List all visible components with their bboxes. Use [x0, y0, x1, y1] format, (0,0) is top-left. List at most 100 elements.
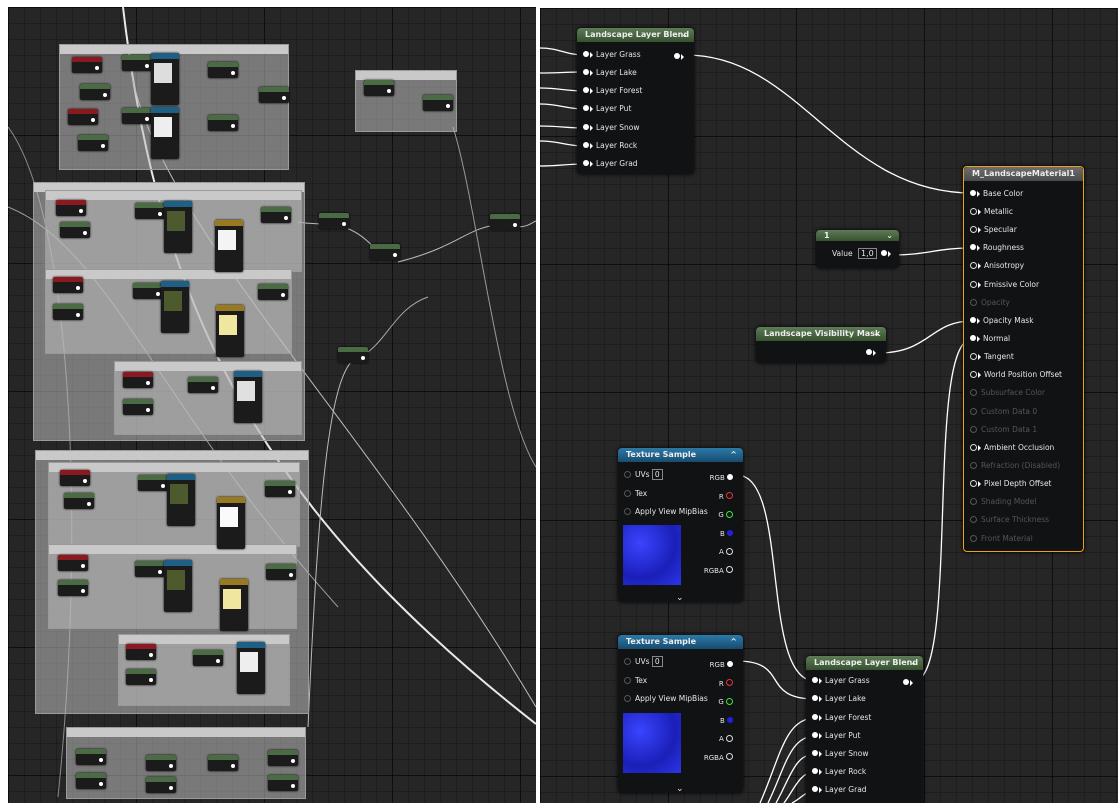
texture-sample-mini[interactable]	[164, 201, 192, 253]
mini-node[interactable]	[60, 470, 90, 486]
mini-node[interactable]	[261, 207, 291, 223]
output-g[interactable]: G	[704, 693, 737, 712]
mini-node[interactable]	[208, 115, 238, 131]
layer-input-pin[interactable]: Layer Forest	[583, 85, 642, 97]
mini-node[interactable]	[138, 475, 168, 491]
output-a[interactable]: A	[704, 543, 737, 562]
material-input-base-color[interactable]: Base Color	[970, 188, 1023, 200]
output-rgb[interactable]: RGB	[704, 469, 737, 488]
material-input-roughness[interactable]: Roughness	[970, 242, 1024, 254]
material-input-normal[interactable]: Normal	[970, 333, 1010, 345]
chevron-down-icon[interactable]: ⌄	[676, 784, 684, 794]
material-input-tangent[interactable]: Tangent	[970, 351, 1014, 363]
mini-node[interactable]	[123, 372, 153, 388]
layer-input-pin[interactable]: Layer Lake	[583, 67, 637, 79]
mini-node[interactable]	[53, 304, 83, 320]
mini-node[interactable]	[53, 277, 83, 293]
mini-node[interactable]	[266, 564, 296, 580]
texture-sample-node-2[interactable]: Texture Sample ^ UVs 0 Tex Apply View Mip…	[618, 635, 743, 794]
output-b[interactable]: B	[704, 525, 737, 544]
chevron-down-icon[interactable]: ⌄	[873, 327, 880, 341]
mipbias-input[interactable]: Apply View MipBias	[624, 506, 708, 518]
mini-node[interactable]	[126, 669, 156, 685]
node-header[interactable]: Landscape Layer Blend ⌄	[806, 656, 923, 670]
mini-node[interactable]	[76, 773, 106, 789]
material-input-pixel-depth-offset[interactable]: Pixel Depth Offset	[970, 478, 1052, 490]
uvs-input[interactable]: UVs 0	[624, 469, 663, 481]
mini-node[interactable]	[268, 775, 298, 791]
mini-node[interactable]	[56, 200, 86, 216]
tex-input[interactable]: Tex	[624, 675, 647, 687]
mini-node[interactable]	[68, 109, 98, 125]
mini-node[interactable]	[268, 750, 298, 766]
chevron-down-icon[interactable]: ⌄	[910, 656, 917, 670]
texture-sample-node-1[interactable]: Texture Sample ^ UVs 0 Tex Apply View Mip…	[618, 448, 743, 603]
mini-node[interactable]	[338, 347, 368, 363]
constant-node[interactable]: 1 ⌄ Value 1,0	[816, 230, 899, 268]
mini-node[interactable]	[135, 561, 165, 577]
mini-node[interactable]	[58, 580, 88, 596]
texture-sample-mini[interactable]	[217, 497, 245, 549]
output-b[interactable]: B	[704, 712, 737, 731]
uvs-value[interactable]: 0	[651, 469, 663, 480]
mini-node[interactable]	[146, 777, 176, 793]
mini-node[interactable]	[80, 84, 110, 100]
texture-sample-mini[interactable]	[161, 281, 189, 333]
material-input-specular[interactable]: Specular	[970, 224, 1017, 236]
mini-node[interactable]	[423, 95, 453, 111]
material-input-world-position-offset[interactable]: World Position Offset	[970, 369, 1062, 381]
chevron-up-icon[interactable]: ^	[730, 635, 737, 649]
node-header[interactable]: Landscape Layer Blend ⌄	[577, 28, 694, 42]
mini-node[interactable]	[490, 214, 520, 230]
uvs-value[interactable]: 0	[651, 656, 663, 667]
texture-sample-mini[interactable]	[215, 220, 243, 272]
layer-input-pin[interactable]: Layer Snow	[583, 122, 640, 134]
mini-node[interactable]	[188, 377, 218, 393]
layer-input-pin[interactable]: Layer Snow	[812, 748, 869, 760]
landscape-layer-blend-node-bottom[interactable]: Landscape Layer Blend ⌄ Layer Grass Layer…	[806, 656, 923, 803]
mini-node[interactable]	[72, 57, 102, 73]
output-r[interactable]: R	[704, 488, 737, 507]
mini-node[interactable]	[78, 135, 108, 151]
node-header[interactable]: 1 ⌄	[816, 230, 899, 241]
mini-node[interactable]	[193, 650, 223, 666]
layer-input-pin[interactable]: Layer Grad	[583, 158, 638, 170]
mini-node[interactable]	[265, 481, 295, 497]
mini-node[interactable]	[60, 222, 90, 238]
output-pin[interactable]	[674, 52, 687, 61]
mini-node[interactable]	[370, 244, 400, 260]
mini-node[interactable]	[126, 644, 156, 660]
mini-node[interactable]	[258, 284, 288, 300]
output-a[interactable]: A	[704, 730, 737, 749]
layer-input-pin[interactable]: Layer Grad	[812, 784, 867, 796]
node-header[interactable]: Landscape Visibility Mask ⌄	[756, 327, 886, 341]
node-header[interactable]: Texture Sample ^	[618, 635, 743, 649]
mini-node[interactable]	[58, 555, 88, 571]
mini-node[interactable]	[64, 493, 94, 509]
layer-input-pin[interactable]: Layer Grass	[812, 675, 870, 687]
output-rgba[interactable]: RGBA	[704, 749, 737, 768]
mini-node[interactable]	[133, 283, 163, 299]
output-rgb[interactable]: RGB	[704, 656, 737, 675]
texture-sample-mini[interactable]	[216, 305, 244, 357]
layer-input-pin[interactable]: Layer Forest	[812, 712, 871, 724]
chevron-down-icon[interactable]: ⌄	[886, 230, 893, 241]
node-header[interactable]: Texture Sample ^	[618, 448, 743, 462]
layer-input-pin[interactable]: Layer Put	[812, 730, 860, 742]
value-input[interactable]: 1,0	[858, 248, 877, 259]
texture-sample-mini[interactable]	[167, 474, 195, 526]
material-input-opacity-mask[interactable]: Opacity Mask	[970, 315, 1034, 327]
texture-sample-mini[interactable]	[234, 371, 262, 423]
mini-node[interactable]	[76, 749, 106, 765]
mini-node[interactable]	[259, 87, 289, 103]
output-r[interactable]: R	[704, 675, 737, 694]
mini-node[interactable]	[319, 213, 349, 229]
output-pin[interactable]	[903, 678, 916, 687]
layer-input-pin[interactable]: Layer Put	[583, 103, 631, 115]
layer-input-pin[interactable]: Layer Rock	[812, 766, 866, 778]
texture-sample-mini[interactable]	[220, 579, 248, 631]
node-header[interactable]: M_LandscapeMaterial1	[964, 167, 1083, 181]
mini-node[interactable]	[208, 62, 238, 78]
chevron-down-icon[interactable]: ⌄	[681, 28, 688, 42]
mini-node[interactable]	[122, 55, 152, 71]
